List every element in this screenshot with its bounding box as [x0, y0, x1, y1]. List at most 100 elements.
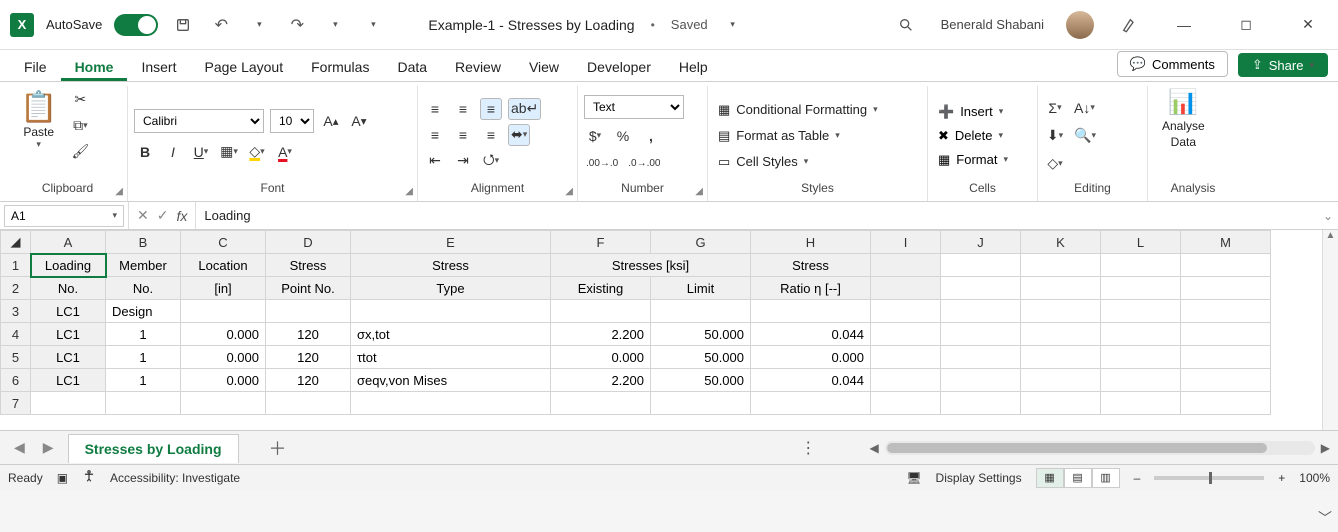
cell-g5[interactable]: 50.000 [651, 346, 751, 369]
sheet-next-icon[interactable]: ▶ [43, 439, 54, 456]
collapse-ribbon-icon[interactable]: ﹀ [1318, 508, 1332, 528]
cell-m1[interactable] [1181, 254, 1271, 277]
autosave-toggle[interactable] [114, 14, 158, 36]
cell-m5[interactable] [1181, 346, 1271, 369]
row-header-1[interactable]: 1 [1, 254, 31, 277]
tab-developer[interactable]: Developer [573, 53, 665, 81]
cell-i1[interactable] [871, 254, 941, 277]
cell-e6[interactable]: σeqv,von Mises [351, 369, 551, 392]
decrease-indent-icon[interactable]: ⇤ [424, 150, 446, 172]
cell-c6[interactable]: 0.000 [181, 369, 266, 392]
number-format-select[interactable]: Text [584, 95, 684, 119]
font-size-select[interactable]: 10 [270, 109, 314, 133]
cut-icon[interactable]: ✂ [69, 88, 91, 110]
cell-a1[interactable]: Loading [31, 254, 106, 277]
accessibility-icon[interactable] [82, 469, 96, 486]
increase-indent-icon[interactable]: ⇥ [452, 150, 474, 172]
tab-insert[interactable]: Insert [127, 53, 190, 81]
cell-e2[interactable]: Type [351, 277, 551, 300]
expand-formula-icon[interactable]: ⌄ [1318, 209, 1338, 223]
alignment-launcher-icon[interactable]: ◢ [565, 186, 573, 197]
horizontal-scrollbar[interactable] [885, 441, 1315, 455]
cell-b5[interactable]: 1 [106, 346, 181, 369]
cell-l7[interactable] [1101, 392, 1181, 415]
cell-g4[interactable]: 50.000 [651, 323, 751, 346]
share-button[interactable]: ⇪ Share ▾ [1238, 53, 1328, 77]
fx-icon[interactable]: fx [176, 208, 187, 224]
col-header-j[interactable]: J [941, 231, 1021, 254]
cell-d2[interactable]: Point No. [266, 277, 351, 300]
cell-m2[interactable] [1181, 277, 1271, 300]
clear-icon[interactable]: ◇ ▾ [1044, 153, 1066, 175]
cell-c3[interactable] [181, 300, 266, 323]
title-dropdown-icon[interactable]: ▾ [720, 12, 746, 38]
row-header-5[interactable]: 5 [1, 346, 31, 369]
display-settings-text[interactable]: Display Settings [936, 471, 1022, 485]
cell-g2[interactable]: Limit [651, 277, 751, 300]
paste-icon[interactable]: 📋 [20, 90, 57, 125]
underline-button[interactable]: U ▾ [190, 141, 212, 163]
col-header-d[interactable]: D [266, 231, 351, 254]
tab-options-icon[interactable]: ⋮ [788, 438, 828, 458]
display-settings-icon[interactable]: 🖥 [906, 471, 921, 485]
select-all-cell[interactable]: ◢ [1, 231, 31, 254]
cell-a3[interactable]: LC1 [31, 300, 106, 323]
increase-font-icon[interactable]: A▴ [320, 110, 342, 132]
tab-page-layout[interactable]: Page Layout [190, 53, 297, 81]
cell-k2[interactable] [1021, 277, 1101, 300]
cell-e4[interactable]: σx,tot [351, 323, 551, 346]
cell-m6[interactable] [1181, 369, 1271, 392]
row-header-6[interactable]: 6 [1, 369, 31, 392]
insert-cells-button[interactable]: ➕Insert ▾ [934, 103, 1007, 121]
cell-d7[interactable] [266, 392, 351, 415]
decrease-decimal-icon[interactable]: .0→.00 [626, 153, 662, 175]
name-box[interactable]: A1 ▾ [4, 205, 124, 227]
analyse-data-button[interactable]: 📊 Analyse Data [1154, 88, 1213, 149]
row-header-4[interactable]: 4 [1, 323, 31, 346]
fill-color-button[interactable]: ◇ ▾ [246, 141, 268, 163]
orientation-icon[interactable]: ⭯ ▾ [480, 150, 502, 172]
row-header-2[interactable]: 2 [1, 277, 31, 300]
zoom-in-icon[interactable]: + [1278, 471, 1285, 485]
cell-j3[interactable] [941, 300, 1021, 323]
cell-e3[interactable] [351, 300, 551, 323]
align-center-icon[interactable]: ≡ [452, 124, 474, 146]
cell-b2[interactable]: No. [106, 277, 181, 300]
vertical-scrollbar[interactable]: ▲ [1322, 230, 1338, 430]
cell-j5[interactable] [941, 346, 1021, 369]
cell-d4[interactable]: 120 [266, 323, 351, 346]
autosum-icon[interactable]: Σ ▾ [1044, 97, 1066, 119]
cell-a6[interactable]: LC1 [31, 369, 106, 392]
cell-g7[interactable] [651, 392, 751, 415]
cell-k4[interactable] [1021, 323, 1101, 346]
cell-i4[interactable] [871, 323, 941, 346]
sheet-tab-active[interactable]: Stresses by Loading [68, 434, 239, 463]
clipboard-launcher-icon[interactable]: ◢ [115, 186, 123, 197]
cell-i6[interactable] [871, 369, 941, 392]
search-icon[interactable] [893, 12, 919, 38]
cell-h2[interactable]: Ratio η [--] [751, 277, 871, 300]
bold-button[interactable]: B [134, 141, 156, 163]
cell-j4[interactable] [941, 323, 1021, 346]
number-launcher-icon[interactable]: ◢ [695, 186, 703, 197]
col-header-c[interactable]: C [181, 231, 266, 254]
cell-f7[interactable] [551, 392, 651, 415]
cell-k3[interactable] [1021, 300, 1101, 323]
borders-button[interactable]: ▦ ▾ [218, 141, 240, 163]
cell-f2[interactable]: Existing [551, 277, 651, 300]
normal-view-icon[interactable]: ▦ [1036, 468, 1064, 488]
col-header-a[interactable]: A [31, 231, 106, 254]
cell-f1[interactable]: Stresses [ksi] [551, 254, 751, 277]
zoom-slider[interactable] [1154, 476, 1264, 480]
decrease-font-icon[interactable]: A▾ [348, 110, 370, 132]
cell-a2[interactable]: No. [31, 277, 106, 300]
italic-button[interactable]: I [162, 141, 184, 163]
cell-h1[interactable]: Stress [751, 254, 871, 277]
cell-d1[interactable]: Stress [266, 254, 351, 277]
find-select-icon[interactable]: 🔍 ▾ [1072, 125, 1098, 147]
align-middle-icon[interactable]: ≡ [452, 98, 474, 120]
col-header-i[interactable]: I [871, 231, 941, 254]
percent-format-icon[interactable]: % [612, 125, 634, 147]
cell-l4[interactable] [1101, 323, 1181, 346]
undo-icon[interactable]: ↶ [208, 12, 234, 38]
